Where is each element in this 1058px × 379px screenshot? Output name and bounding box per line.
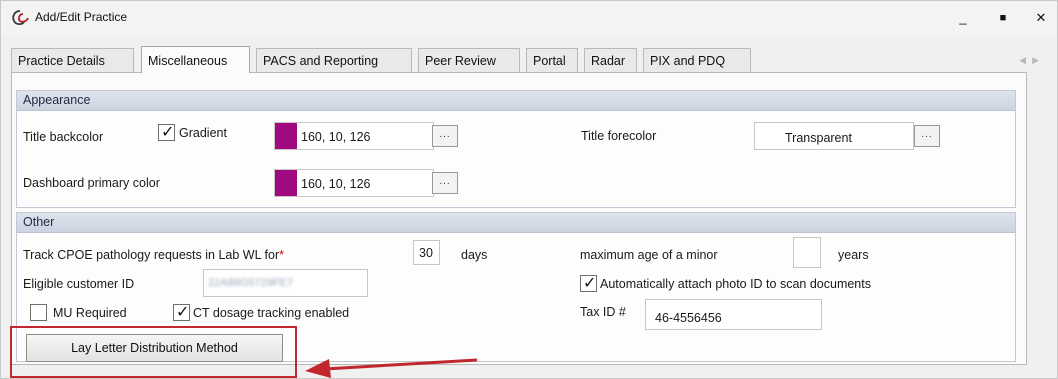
dashboard-primary-color-value: 160, 10, 126 [301, 177, 371, 191]
eligible-customer-id-input[interactable]: 22A88G5729FE7 [203, 269, 368, 297]
ct-dosage-tracking-label: CT dosage tracking enabled [193, 306, 350, 320]
eligible-customer-id-label: Eligible customer ID [23, 277, 135, 291]
track-cpoe-days-input[interactable]: 30 [413, 240, 440, 265]
app-logo-icon [12, 10, 29, 26]
check-icon: ✓ [176, 304, 190, 321]
maximize-button[interactable]: ■ [991, 7, 1015, 29]
check-icon: ✓ [583, 275, 597, 292]
minimize-button[interactable]: _ [951, 7, 975, 29]
track-cpoe-label-text: Track CPOE pathology requests in Lab WL … [23, 248, 280, 262]
tab-scroll-left-icon[interactable]: ◀ [1019, 55, 1032, 65]
tab-practice-details[interactable]: Practice Details [11, 48, 134, 72]
dashboard-primary-color-field[interactable]: 160, 10, 126 [274, 169, 434, 197]
days-label: days [461, 248, 488, 262]
auto-attach-photo-id-label: Automatically attach photo ID to scan do… [600, 277, 871, 291]
years-label: years [838, 248, 869, 262]
tab-portal[interactable]: Portal [526, 48, 578, 72]
check-icon: ✓ [161, 124, 175, 141]
max-age-minor-input[interactable] [793, 237, 821, 268]
appearance-header: Appearance [17, 91, 1015, 111]
annotation-highlight-box [10, 326, 297, 378]
title-backcolor-label: Title backcolor [23, 130, 104, 144]
tax-id-value: 46-4556456 [655, 311, 722, 325]
title-backcolor-value: 160, 10, 126 [301, 130, 371, 144]
title-forecolor-label: Title forecolor [581, 129, 657, 143]
gradient-label: Gradient [179, 126, 227, 140]
title-backcolor-field[interactable]: 160, 10, 126 [274, 122, 434, 150]
tab-radar[interactable]: Radar [584, 48, 637, 72]
mu-required-label: MU Required [53, 306, 127, 320]
title-backcolor-swatch [275, 123, 297, 149]
track-cpoe-days-value: 30 [419, 246, 433, 260]
eligible-customer-id-value: 22A88G5729FE7 [208, 277, 294, 289]
tab-peer-review[interactable]: Peer Review [418, 48, 520, 72]
dashboard-primary-color-label: Dashboard primary color [23, 176, 160, 190]
dashboard-primary-color-browse-button[interactable]: ... [432, 172, 458, 194]
required-marker: * [279, 248, 285, 262]
tab-scroll-right-icon[interactable]: ▶ [1032, 55, 1045, 65]
track-cpoe-label: Track CPOE pathology requests in Lab WL … [23, 248, 284, 262]
max-age-minor-label: maximum age of a minor [580, 248, 718, 262]
tab-pix-and-pdq[interactable]: PIX and PDQ [643, 48, 751, 72]
dashboard-primary-color-swatch [275, 170, 297, 196]
title-backcolor-browse-button[interactable]: ... [432, 125, 458, 147]
add-edit-practice-window: Add/Edit Practice _ ■ ✕ Practice Details… [0, 0, 1058, 379]
ct-dosage-tracking-checkbox[interactable]: ✓ [173, 304, 190, 321]
tax-id-label: Tax ID # [580, 305, 626, 319]
auto-attach-photo-id-checkbox[interactable]: ✓ [580, 275, 597, 292]
close-button[interactable]: ✕ [1029, 7, 1053, 29]
tab-pacs-and-reporting[interactable]: PACS and Reporting [256, 48, 412, 72]
title-bar: Add/Edit Practice _ ■ ✕ [1, 1, 1057, 35]
miscellaneous-panel: Appearance Title backcolor ✓ Gradient 16… [11, 72, 1027, 365]
title-forecolor-value: Transparent [785, 131, 852, 145]
tab-miscellaneous[interactable]: Miscellaneous [141, 46, 250, 73]
window-title: Add/Edit Practice [35, 10, 128, 24]
tax-id-input[interactable]: 46-4556456 [645, 299, 822, 330]
title-forecolor-browse-button[interactable]: ... [914, 125, 940, 147]
title-forecolor-field[interactable]: Transparent [754, 122, 914, 150]
other-header: Other [17, 213, 1015, 233]
appearance-group: Appearance Title backcolor ✓ Gradient 16… [16, 90, 1016, 208]
tab-scroll-arrows[interactable]: ◀▶ [1019, 55, 1045, 66]
gradient-checkbox[interactable]: ✓ [158, 124, 175, 141]
mu-required-checkbox[interactable] [30, 304, 47, 321]
annotation-arrow-icon [305, 358, 478, 378]
